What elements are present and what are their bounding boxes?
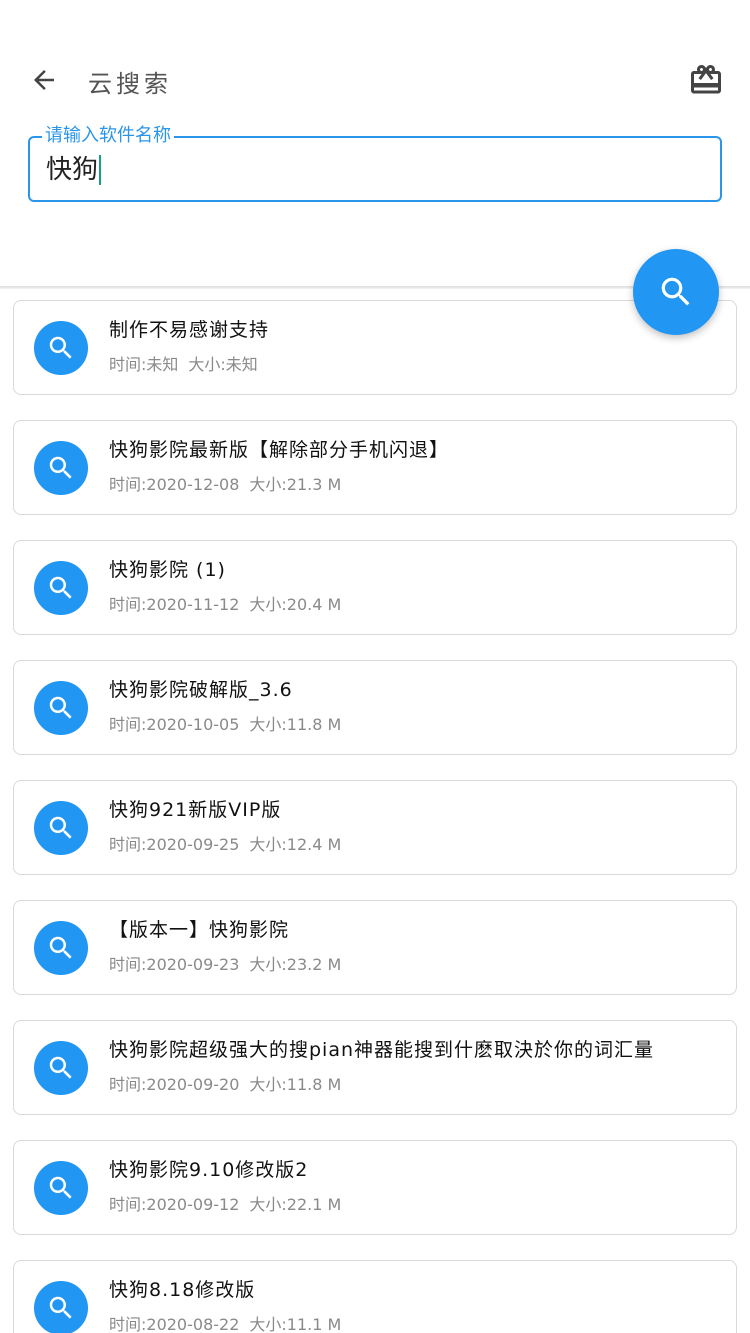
result-time: 时间:2020-12-08 bbox=[109, 475, 240, 494]
search-icon bbox=[661, 277, 690, 306]
search-input-value: 快狗 bbox=[46, 155, 99, 185]
result-size: 大小:11.8 M bbox=[249, 715, 342, 734]
search-icon bbox=[49, 696, 72, 719]
search-icon bbox=[49, 936, 72, 959]
result-item[interactable]: 快狗影院破解版_3.6 时间:2020-10-05 大小:11.8 M bbox=[13, 660, 737, 755]
text-caret bbox=[99, 155, 102, 185]
search-icon-badge bbox=[34, 441, 88, 495]
search-fab-button[interactable] bbox=[633, 249, 719, 335]
result-item[interactable]: 制作不易感谢支持 时间:未知 大小:未知 bbox=[13, 300, 737, 395]
back-button[interactable] bbox=[24, 60, 64, 100]
result-time: 时间:2020-09-25 bbox=[109, 835, 240, 854]
arrow-back-icon bbox=[34, 70, 54, 90]
result-title: 快狗影院9.10修改版2 bbox=[109, 1159, 309, 1181]
result-size: 大小:未知 bbox=[188, 355, 258, 374]
search-icon-badge bbox=[34, 1281, 88, 1333]
result-item[interactable]: 快狗8.18修改版 时间:2020-08-22 大小:11.1 M bbox=[13, 1260, 737, 1333]
page-title: 云搜索 bbox=[88, 70, 172, 98]
result-time: 时间:2020-09-20 bbox=[109, 1075, 240, 1094]
search-icon bbox=[49, 1176, 72, 1199]
search-icon bbox=[49, 336, 72, 359]
search-icon bbox=[49, 816, 72, 839]
result-meta: 时间:2020-09-20 大小:11.8 M bbox=[109, 1071, 351, 1095]
result-size: 大小:20.4 M bbox=[249, 595, 342, 614]
gift-button[interactable] bbox=[686, 60, 726, 100]
search-icon-badge bbox=[34, 681, 88, 735]
result-item[interactable]: 快狗921新版VIP版 时间:2020-09-25 大小:12.4 M bbox=[13, 780, 737, 875]
search-icon-badge bbox=[34, 1041, 88, 1095]
result-meta: 时间:未知 大小:未知 bbox=[109, 351, 268, 375]
result-item[interactable]: 快狗影院超级强大的搜pian神器能搜到什麽取決於你的词汇量 时间:2020-09… bbox=[13, 1020, 737, 1115]
result-item[interactable]: 快狗影院最新版【解除部分手机闪退】 时间:2020-12-08 大小:21.3 M bbox=[13, 420, 737, 515]
result-item[interactable]: 快狗影院 (1) 时间:2020-11-12 大小:20.4 M bbox=[13, 540, 737, 635]
result-item[interactable]: 快狗影院9.10修改版2 时间:2020-09-12 大小:22.1 M bbox=[13, 1140, 737, 1235]
search-icon-badge bbox=[34, 1161, 88, 1215]
result-time: 时间:未知 bbox=[109, 355, 179, 374]
result-title: 快狗影院 (1) bbox=[109, 559, 226, 581]
result-title: 快狗921新版VIP版 bbox=[109, 799, 282, 821]
result-meta: 时间:2020-11-12 大小:20.4 M bbox=[109, 591, 351, 615]
result-time: 时间:2020-09-12 bbox=[109, 1195, 240, 1214]
search-field-label: 请输入软件名称 bbox=[42, 125, 174, 147]
result-size: 大小:11.1 M bbox=[249, 1315, 342, 1333]
search-icon-badge bbox=[34, 801, 88, 855]
result-size: 大小:22.1 M bbox=[249, 1195, 342, 1214]
result-meta: 时间:2020-09-25 大小:12.4 M bbox=[109, 831, 351, 855]
result-size: 大小:12.4 M bbox=[249, 835, 342, 854]
cloud-search-screen: 云搜索 请输入软件名称 快狗 制作不易感谢支持 时间:未知 大小:未知 快狗影院… bbox=[0, 0, 750, 1333]
search-icon bbox=[49, 576, 72, 599]
result-title: 快狗影院超级强大的搜pian神器能搜到什麽取決於你的词汇量 bbox=[109, 1039, 655, 1061]
result-time: 时间:2020-10-05 bbox=[109, 715, 240, 734]
result-meta: 时间:2020-12-08 大小:21.3 M bbox=[109, 471, 351, 495]
search-icon-badge bbox=[34, 561, 88, 615]
result-title: 快狗影院破解版_3.6 bbox=[109, 679, 293, 701]
result-title: 【版本一】快狗影院 bbox=[109, 919, 290, 941]
result-meta: 时间:2020-10-05 大小:11.8 M bbox=[109, 711, 351, 735]
result-time: 时间:2020-09-23 bbox=[109, 955, 240, 974]
result-size: 大小:11.8 M bbox=[249, 1075, 342, 1094]
top-bar: 云搜索 请输入软件名称 快狗 bbox=[0, 0, 750, 288]
gift-box-icon bbox=[691, 65, 721, 94]
result-meta: 时间:2020-08-22 大小:11.1 M bbox=[109, 1311, 351, 1333]
search-icon bbox=[49, 1056, 72, 1079]
result-size: 大小:23.2 M bbox=[249, 955, 342, 974]
search-icon-badge bbox=[34, 321, 88, 375]
search-input[interactable]: 快狗 bbox=[46, 155, 102, 185]
result-title: 快狗8.18修改版 bbox=[109, 1279, 256, 1301]
result-title: 快狗影院最新版【解除部分手机闪退】 bbox=[109, 439, 450, 461]
software-name-field[interactable]: 请输入软件名称 快狗 bbox=[28, 125, 722, 202]
search-icon-badge bbox=[34, 921, 88, 975]
result-item[interactable]: 【版本一】快狗影院 时间:2020-09-23 大小:23.2 M bbox=[13, 900, 737, 995]
result-meta: 时间:2020-09-23 大小:23.2 M bbox=[109, 951, 351, 975]
result-title: 制作不易感谢支持 bbox=[109, 319, 270, 341]
result-time: 时间:2020-11-12 bbox=[109, 595, 240, 614]
result-time: 时间:2020-08-22 bbox=[109, 1315, 240, 1333]
search-icon bbox=[49, 1296, 72, 1319]
result-meta: 时间:2020-09-12 大小:22.1 M bbox=[109, 1191, 351, 1215]
result-size: 大小:21.3 M bbox=[249, 475, 342, 494]
search-icon bbox=[49, 456, 72, 479]
